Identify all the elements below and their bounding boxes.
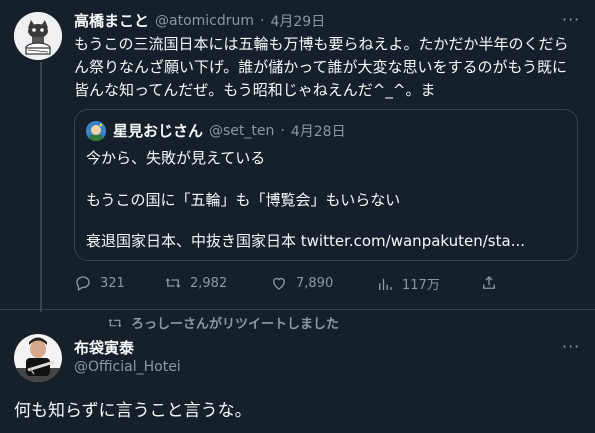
guitarist-avatar-icon [14,334,62,382]
tweet2-author-handle[interactable]: @Official_Hotei [74,359,181,375]
retweet-small-icon [108,318,122,327]
thread-connector-line [40,62,42,312]
like-count: 7,890 [296,275,334,291]
tweet-date[interactable]: 4月29日 [270,11,325,31]
retweet-count: 2,982 [190,275,228,291]
author-handle[interactable]: @atomicdrum [155,13,254,29]
share-icon [483,276,495,289]
stargazer-avatar-icon [86,121,106,141]
quoted-tweet-card[interactable]: 星見おじさん @set_ten · 4月28日 今から、失敗が見えている もうこ… [74,109,578,261]
retweet-button[interactable]: 2,982 [164,274,227,292]
share-button[interactable] [480,274,498,292]
retweet-banner[interactable]: ろっしーさんがリツイートしました [107,313,339,332]
tweet2-author-avatar[interactable] [14,334,62,382]
views-count: 117万 [402,278,440,293]
quote-date: 4月28日 [290,123,346,140]
tweet-text: もうこの三流国日本には五輪も万博も要らねえよ。たかだか半年のくだらん祭りなんざ願… [74,35,569,99]
quote-author-handle: @set_ten [209,122,275,139]
tweet-divider [0,309,595,310]
author-avatar[interactable] [14,12,62,60]
like-button[interactable]: 7,890 [270,274,333,292]
tweet2-more-options-icon[interactable]: ··· [562,337,580,356]
quote-line-2: もうこの国に「五輪」も「博覧会」もいらない [86,191,401,209]
quote-line-1: 今から、失敗が見えている [86,149,266,167]
header-separator: · [260,12,265,29]
quote-author-name: 星見おじさん [113,122,204,140]
reply-icon [76,276,90,291]
reply-button[interactable]: 321 [74,274,125,292]
quote-author-avatar [86,121,106,141]
retweet-banner-text: ろっしーさんがリツイートしました [131,317,340,332]
views-icon [379,278,392,290]
views-button[interactable]: 117万 [376,274,440,293]
quote-line-3[interactable]: 衰退国家日本、中抜き国家日本 twitter.com/wanpakuten/st… [86,230,525,253]
reply-count: 321 [100,275,125,291]
tweet2-text: 何も知らずに言うこと言うな。 [14,401,252,421]
author-name[interactable]: 高橋まこと [74,10,149,31]
retweet-icon [165,278,181,288]
quote-header-separator: · [280,122,285,139]
cat-drummer-avatar-icon [14,12,62,60]
tweet2-author-name[interactable]: 布袋寅泰 [74,337,134,358]
tweet-header: 高橋まこと @atomicdrum · 4月29日 [74,10,325,31]
like-icon [273,277,285,290]
quote-header: 星見おじさん @set_ten · 4月28日 [113,120,346,141]
more-options-icon[interactable]: ··· [562,10,580,29]
